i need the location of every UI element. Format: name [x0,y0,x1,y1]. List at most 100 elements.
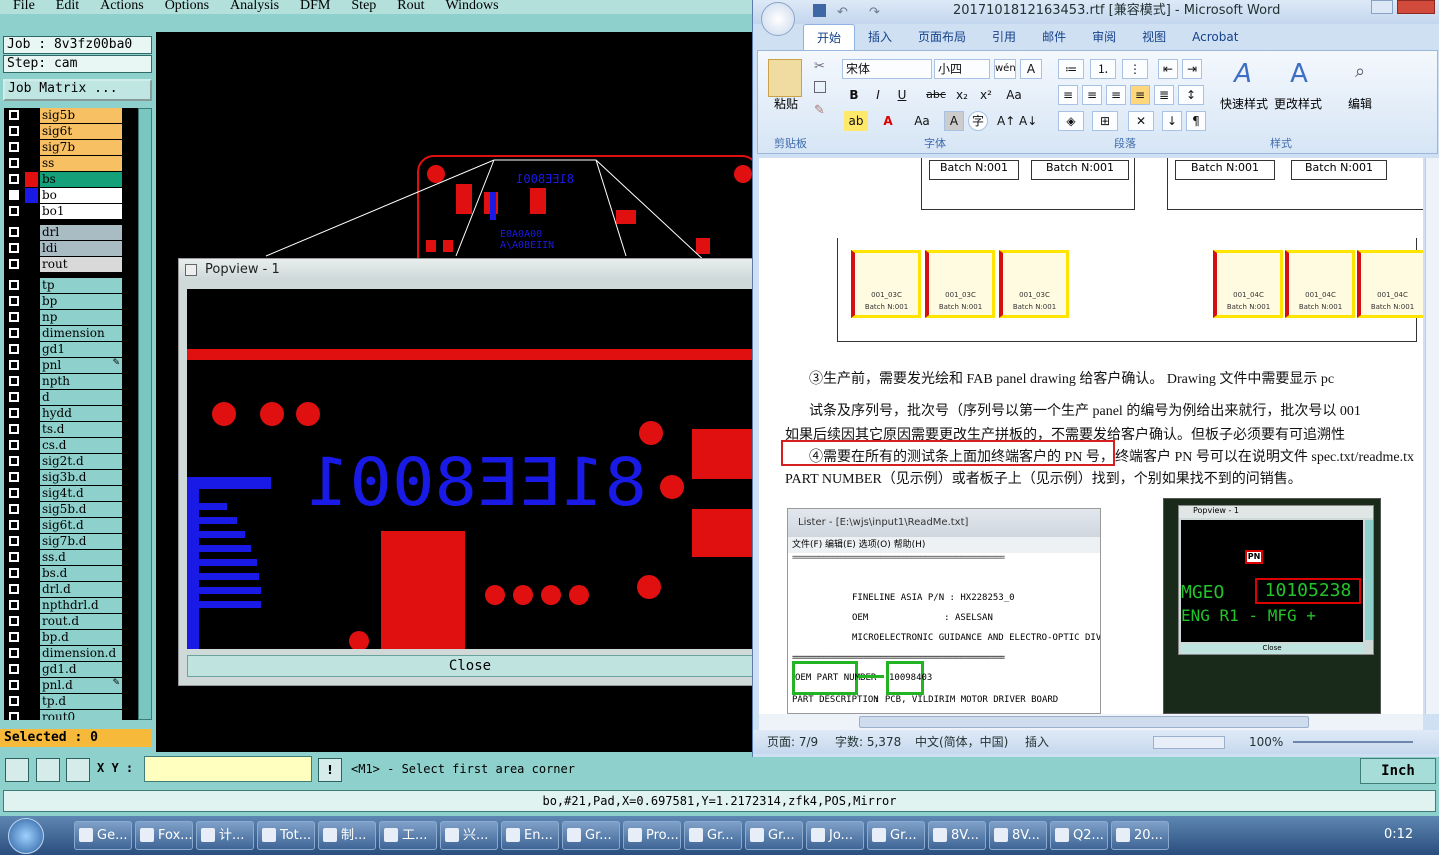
justify-icon[interactable]: ≡ [1130,85,1150,105]
layer-name[interactable]: tp [40,278,122,293]
start-button[interactable] [8,818,44,854]
layer-name[interactable]: dimension.d [40,646,122,661]
strikethrough-icon[interactable]: abc [924,85,948,105]
layer-name[interactable]: ss.d [40,550,122,565]
layer-checkbox[interactable] [9,296,19,306]
layer-name[interactable]: sig7b [40,140,122,155]
italic-icon[interactable]: I [868,85,888,105]
layer-checkbox[interactable] [9,190,19,200]
layer-checkbox[interactable] [9,174,19,184]
taskbar-item[interactable]: Gr... [684,821,742,850]
taskbar-item[interactable]: Gr... [867,821,925,850]
undo-icon[interactable]: ↶ [837,2,848,24]
tab-references[interactable]: 引用 [979,24,1029,50]
taskbar-item[interactable]: En... [501,821,559,850]
menu-file[interactable]: File [0,0,43,14]
taskbar-item[interactable]: Fox... [135,821,193,850]
layer-name[interactable]: npth [40,374,122,389]
taskbar-item[interactable]: 8V... [989,821,1047,850]
layer-checkbox[interactable] [9,504,19,514]
layer-name[interactable]: bo1 [40,204,122,219]
zoom-level[interactable]: 100% [1249,730,1283,754]
layer-checkbox[interactable] [9,600,19,610]
layer-name[interactable]: hydd [40,406,122,421]
highlight-icon[interactable]: ab [844,111,868,131]
info-icon[interactable]: ! [318,758,342,782]
change-styles-icon[interactable]: A [1284,59,1314,89]
layer-checkbox[interactable] [9,328,19,338]
layer-checkbox[interactable] [9,243,19,253]
layer-checkbox[interactable] [9,126,19,136]
change-case-icon[interactable]: Aa [910,111,934,131]
horizontal-scroll-thumb[interactable] [859,716,1309,728]
layer-name[interactable]: pnl.d [40,678,122,693]
layer-row[interactable]: hydd [4,406,138,421]
bullets-icon[interactable]: ≔ [1058,59,1084,79]
quick-styles-icon[interactable]: A [1228,59,1258,89]
paste-icon[interactable] [768,59,802,97]
increase-indent-icon[interactable]: ⇥ [1182,59,1202,79]
taskbar-item[interactable]: 制... [318,821,376,850]
view-buttons[interactable] [1153,736,1225,749]
layer-row[interactable]: drl.d [4,582,138,597]
job-matrix-button[interactable]: Job Matrix ... [3,79,152,101]
taskbar-item[interactable]: Ge... [74,821,132,850]
layer-checkbox[interactable] [9,408,19,418]
char-shading-icon[interactable]: A [944,111,964,131]
layer-name[interactable]: bp.d [40,630,122,645]
align-left-icon[interactable]: ≡ [1058,85,1078,105]
line-spacing-icon[interactable]: ↕ [1178,85,1204,105]
xy-input[interactable] [144,756,312,782]
cut-icon[interactable]: ✂ [814,59,825,74]
layer-row[interactable]: bs [4,172,138,187]
layer-row[interactable]: sig4t.d [4,486,138,501]
layer-name[interactable]: sig3b.d [40,470,122,485]
layer-name[interactable]: tp.d [40,694,122,709]
page-indicator[interactable]: 页面: 7/9 [767,730,818,754]
save-icon[interactable] [813,4,826,17]
layer-checkbox[interactable] [9,680,19,690]
layer-row[interactable]: bp.d [4,630,138,645]
layer-row[interactable]: ldi [4,241,138,256]
bold-icon[interactable]: B [844,85,864,105]
taskbar-item[interactable]: 兴... [440,821,498,850]
taskbar-item[interactable]: Pro... [623,821,681,850]
layer-checkbox[interactable] [9,110,19,120]
menu-actions[interactable]: Actions [87,0,152,14]
layer-row[interactable]: bo1 [4,204,138,219]
distributed-icon[interactable]: ≣ [1154,85,1174,105]
font-color-icon[interactable]: A [878,111,898,131]
menu-analysis[interactable]: Analysis [217,0,287,14]
layer-color-swatch[interactable] [25,172,38,187]
horizontal-scrollbar[interactable] [759,714,1423,730]
tab-view[interactable]: 视图 [1129,24,1179,50]
layer-row[interactable]: sig6t.d [4,518,138,533]
tab-page-layout[interactable]: 页面布局 [905,24,979,50]
menu-edit[interactable]: Edit [43,0,87,14]
borders-icon[interactable]: ⊞ [1092,111,1118,131]
close-button[interactable] [1397,0,1435,14]
layer-row[interactable]: sig7b.d [4,534,138,549]
layer-name[interactable]: bs [40,172,122,187]
layer-checkbox[interactable] [9,472,19,482]
layer-checkbox[interactable] [9,392,19,402]
show-marks-icon[interactable]: ¶ [1186,111,1206,131]
numbering-icon[interactable]: ⒈ [1090,59,1116,79]
layer-row[interactable]: rout [4,257,138,272]
layer-name[interactable]: sig5b [40,108,122,123]
layer-checkbox[interactable] [9,376,19,386]
chinese-layout-icon[interactable]: ✕ [1128,111,1154,131]
layer-checkbox[interactable] [9,227,19,237]
layer-name[interactable]: np [40,310,122,325]
layer-checkbox[interactable] [9,424,19,434]
wen-icon[interactable]: wén [994,59,1016,79]
subscript-icon[interactable]: x₂ [952,85,972,105]
layer-checkbox[interactable] [9,648,19,658]
layer-name[interactable]: cs.d [40,438,122,453]
quick-styles-label[interactable]: 快速样式 [1220,95,1268,112]
word-titlebar[interactable]: ↶ ↷ 2017101812163453.rtf [兼容模式] - Micros… [753,0,1439,36]
zoom-area-icon[interactable] [5,758,29,782]
layer-checkbox[interactable] [9,440,19,450]
layer-name[interactable]: drl [40,225,122,240]
layer-row[interactable]: d [4,390,138,405]
